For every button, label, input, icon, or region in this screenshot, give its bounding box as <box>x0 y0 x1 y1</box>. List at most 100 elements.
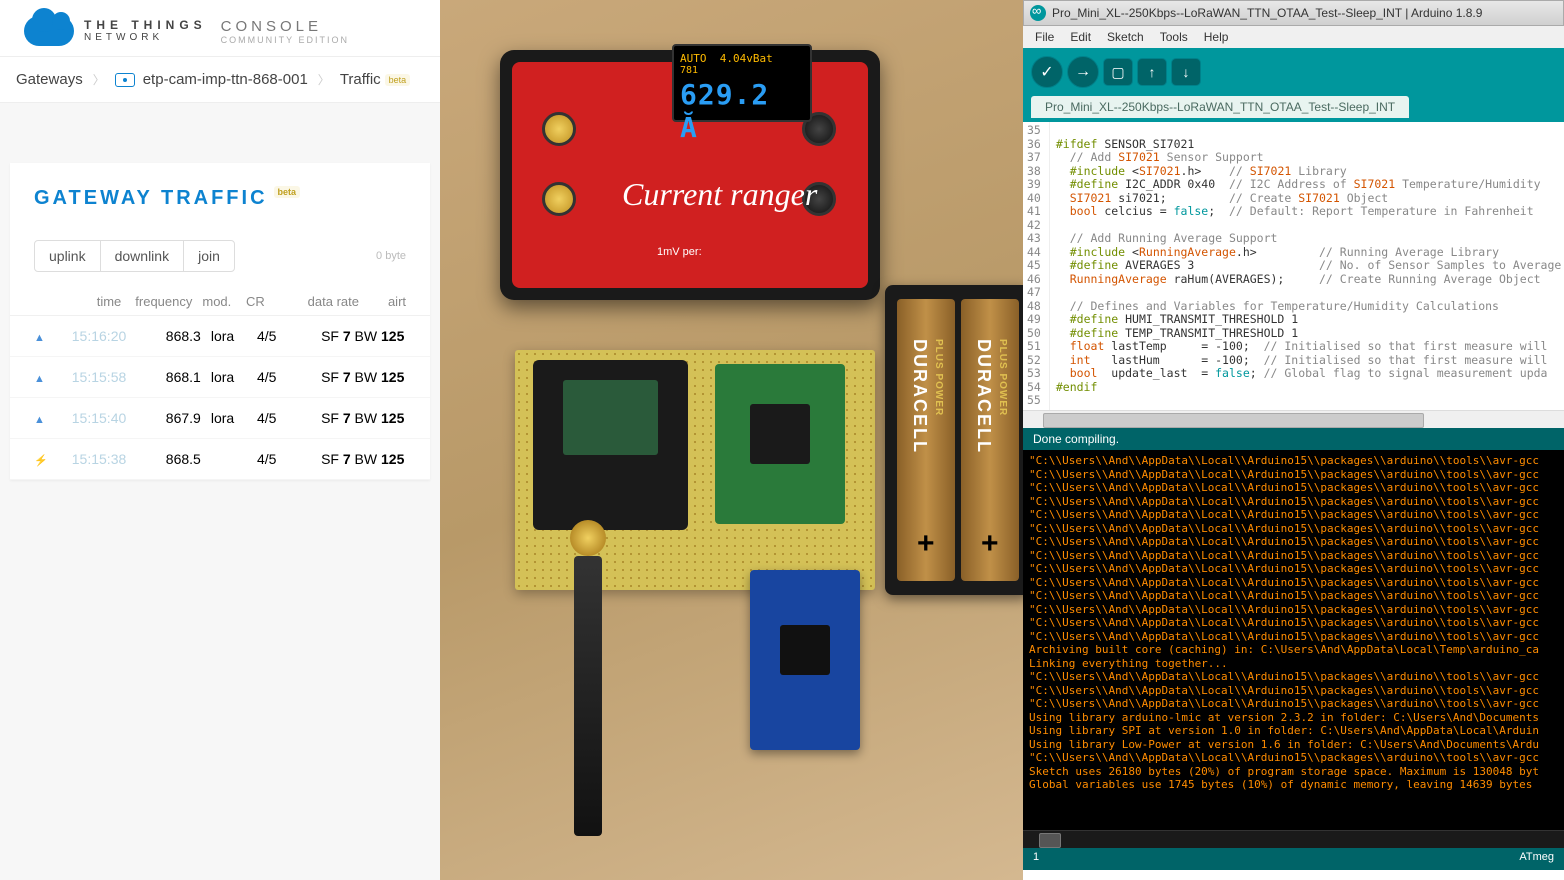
banana-jack-icon <box>542 112 576 146</box>
line-gutter: 35 36 37 38 39 40 41 42 43 44 45 46 47 4… <box>1023 122 1050 410</box>
col-frequency: frequency <box>131 294 202 309</box>
beta-badge: beta <box>274 186 301 198</box>
tab-downlink[interactable]: downlink <box>101 240 183 272</box>
gateway-icon <box>115 73 135 87</box>
ttn-console-panel: THE THINGS NETWORK CONSOLE COMMUNITY EDI… <box>0 0 440 880</box>
ttn-logo-icon <box>24 16 74 46</box>
cell-datarate: SF 7 BW 125 <box>303 410 406 426</box>
ttn-header: THE THINGS NETWORK CONSOLE COMMUNITY EDI… <box>0 0 440 57</box>
uplink-icon: ▲ <box>34 414 45 426</box>
uplink-icon: ▲ <box>34 332 45 344</box>
cell-datarate: SF 7 BW 125 <box>303 451 406 467</box>
menu-file[interactable]: File <box>1027 28 1062 46</box>
cell-freq: 868.1 <box>136 369 211 385</box>
table-row[interactable]: ▲ 15:15:58868.1lora4/5SF 7 BW 125 <box>10 357 430 398</box>
sketch-tabbar: Pro_Mini_XL--250Kbps--LoRaWAN_TTN_OTAA_T… <box>1023 96 1564 122</box>
breadcrumb: Gateways 〉 etp-cam-imp-ttn-868-001 〉 Tra… <box>0 57 440 103</box>
window-title: Pro_Mini_XL--250Kbps--LoRaWAN_TTN_OTAA_T… <box>1052 6 1482 20</box>
hardware-photo: AUTO 4.04vBat 781 629.2 Ă Current ranger… <box>440 0 1023 880</box>
arduino-ide-window: Pro_Mini_XL--250Kbps--LoRaWAN_TTN_OTAA_T… <box>1023 0 1564 880</box>
cell-time: 15:15:58 <box>52 369 136 385</box>
card-title: GATEWAY TRAFFICbeta <box>10 187 430 240</box>
cell-cr: 4/5 <box>257 451 303 467</box>
traffic-filter-tabs: uplink downlink join 0 byte <box>10 240 430 288</box>
status-bar: Done compiling. <box>1023 428 1564 450</box>
cell-datarate: SF 7 BW 125 <box>303 328 406 344</box>
aa-battery: DURACELL PLUS POWER + <box>961 299 1019 581</box>
ttn-logo-text: THE THINGS NETWORK <box>84 18 207 44</box>
cell-freq: 868.5 <box>136 451 211 467</box>
cell-freq: 868.3 <box>136 328 211 344</box>
perfboard <box>515 350 875 590</box>
chevron-right-icon: 〉 <box>318 71 330 88</box>
oled-display: AUTO 4.04vBat 781 629.2 Ă <box>672 44 812 122</box>
table-row[interactable]: ▲ 15:15:40867.9lora4/5SF 7 BW 125 <box>10 398 430 439</box>
device-name-label: Current ranger <box>622 182 817 208</box>
current-ranger-device: AUTO 4.04vBat 781 629.2 Ă Current ranger… <box>500 50 880 300</box>
battery-holder: DURACELL PLUS POWER + DURACELL PLUS POWE… <box>885 285 1023 595</box>
footer-bar: 1 ATmeg <box>1023 848 1564 870</box>
col-mod: mod. <box>202 294 246 309</box>
rf-module <box>533 360 688 530</box>
save-button[interactable]: ↓ <box>1171 58 1201 86</box>
breadcrumb-gateways[interactable]: Gateways <box>16 71 83 88</box>
cell-datarate: SF 7 BW 125 <box>303 369 406 385</box>
chevron-right-icon: 〉 <box>93 71 105 88</box>
verify-button[interactable]: ✓ <box>1031 56 1063 88</box>
code-editor[interactable]: 35 36 37 38 39 40 41 42 43 44 45 46 47 4… <box>1023 122 1564 410</box>
toolbar: ✓ → ▢ ↑ ↓ <box>1023 48 1564 96</box>
ttn-console-label: CONSOLE COMMUNITY EDITION <box>221 18 349 45</box>
cell-freq: 867.9 <box>136 410 211 426</box>
cell-time: 15:15:38 <box>52 451 136 467</box>
col-airtime: airt <box>388 294 406 309</box>
breadcrumb-gateway-id[interactable]: etp-cam-imp-ttn-868-001 <box>143 71 308 88</box>
table-row[interactable]: ⚡ 15:15:38868.5 4/5SF 7 BW 125 <box>10 439 430 480</box>
footer-board: ATmeg <box>1519 851 1554 867</box>
cell-cr: 4/5 <box>257 328 303 344</box>
table-header: time frequency mod. CR data rate airt <box>10 288 430 316</box>
editor-hscrollbar[interactable] <box>1023 410 1564 428</box>
beta-badge: beta <box>385 74 411 86</box>
console-hscrollbar[interactable] <box>1023 830 1564 848</box>
gateway-traffic-card: GATEWAY TRAFFICbeta uplink downlink join… <box>10 163 430 480</box>
activity-icon: ⚡ <box>34 455 48 467</box>
new-button[interactable]: ▢ <box>1103 58 1133 86</box>
tab-uplink[interactable]: uplink <box>34 240 101 272</box>
traffic-table: time frequency mod. CR data rate airt ▲ 1… <box>10 288 430 480</box>
window-titlebar[interactable]: Pro_Mini_XL--250Kbps--LoRaWAN_TTN_OTAA_T… <box>1023 0 1564 26</box>
tab-join[interactable]: join <box>183 240 235 272</box>
banana-jack-icon <box>542 182 576 216</box>
col-datarate: data rate <box>290 294 388 309</box>
antenna-icon <box>574 556 602 836</box>
aa-battery: DURACELL PLUS POWER + <box>897 299 955 581</box>
code-text[interactable]: #ifdef SENSOR_SI7021 // Add SI7021 Senso… <box>1050 122 1564 410</box>
menu-help[interactable]: Help <box>1196 28 1237 46</box>
cell-cr: 4/5 <box>257 369 303 385</box>
sma-connector-icon <box>570 520 606 556</box>
menu-tools[interactable]: Tools <box>1152 28 1196 46</box>
cell-mod: lora <box>211 410 257 426</box>
build-console[interactable]: "C:\\Users\\And\\AppData\\Local\\Arduino… <box>1023 450 1564 830</box>
menubar: File Edit Sketch Tools Help <box>1023 26 1564 48</box>
open-button[interactable]: ↑ <box>1137 58 1167 86</box>
col-time: time <box>51 294 131 309</box>
cell-mod: lora <box>211 369 257 385</box>
col-cr: CR <box>246 294 290 309</box>
arduino-icon <box>1030 5 1046 21</box>
cell-time: 15:15:40 <box>52 410 136 426</box>
pro-mini-green <box>715 364 845 524</box>
uplink-icon: ▲ <box>34 373 45 385</box>
cell-mod: lora <box>211 328 257 344</box>
per-label: 1mV per: <box>657 246 702 258</box>
footer-line: 1 <box>1033 851 1039 867</box>
cell-time: 15:16:20 <box>52 328 136 344</box>
cell-cr: 4/5 <box>257 410 303 426</box>
breadcrumb-traffic[interactable]: Traffic <box>340 71 381 88</box>
pro-mini-blue <box>750 570 860 750</box>
table-row[interactable]: ▲ 15:16:20868.3lora4/5SF 7 BW 125 <box>10 316 430 357</box>
bytes-hint: 0 byte <box>376 250 406 262</box>
upload-button[interactable]: → <box>1067 56 1099 88</box>
sketch-tab[interactable]: Pro_Mini_XL--250Kbps--LoRaWAN_TTN_OTAA_T… <box>1031 96 1409 118</box>
menu-edit[interactable]: Edit <box>1062 28 1099 46</box>
menu-sketch[interactable]: Sketch <box>1099 28 1152 46</box>
